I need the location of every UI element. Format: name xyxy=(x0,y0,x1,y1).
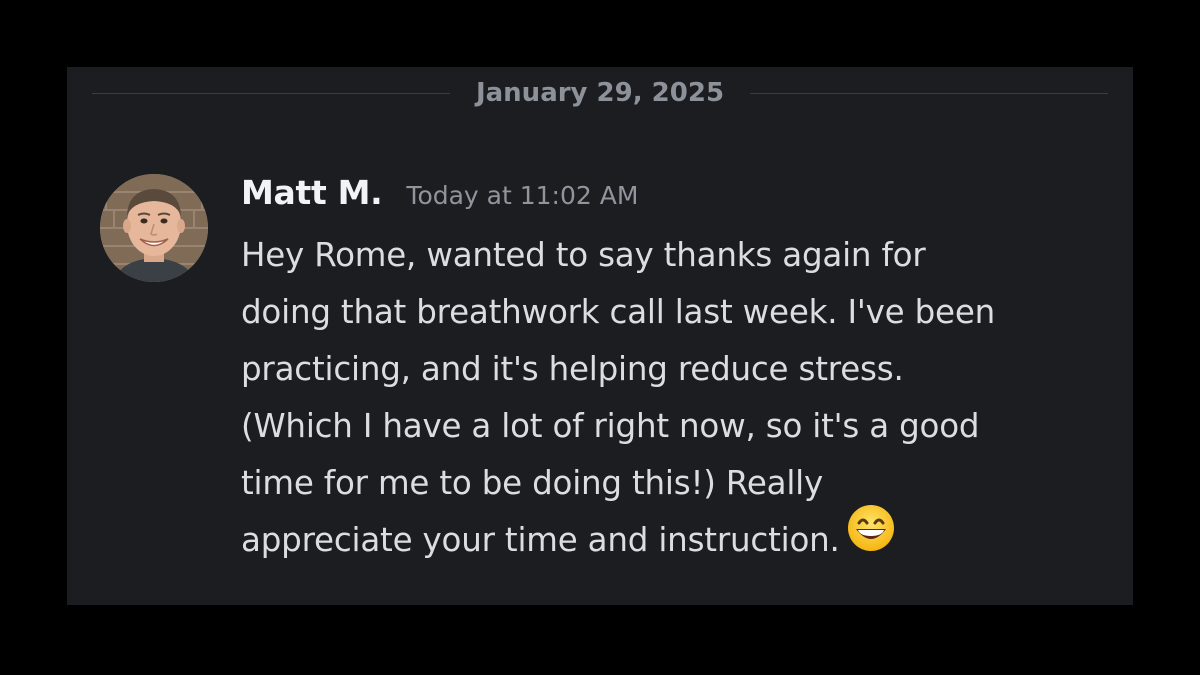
message-line-text: appreciate your time and instruction. xyxy=(241,521,840,559)
author-name[interactable]: Matt M. xyxy=(241,173,383,212)
grinning-face-emoji-icon xyxy=(846,503,896,571)
divider-line-left xyxy=(92,92,450,94)
message-header: Matt M. Today at 11:02 AM xyxy=(241,173,1121,219)
message-line: (Which I have a lot of right now, so it'… xyxy=(241,407,980,445)
message-line-last: appreciate your time and instruction. xyxy=(241,505,1121,571)
avatar[interactable] xyxy=(100,174,208,282)
message-line: practicing, and it's helping reduce stre… xyxy=(241,350,904,388)
date-divider-label: January 29, 2025 xyxy=(475,78,725,108)
message: Matt M. Today at 11:02 AM Hey Rome, want… xyxy=(241,173,1121,571)
date-divider: January 29, 2025 xyxy=(92,75,1108,111)
divider-line-right xyxy=(750,92,1108,94)
message-body: Hey Rome, wanted to say thanks again for… xyxy=(241,227,1121,571)
message-line: doing that breathwork call last week. I'… xyxy=(241,293,996,331)
message-line: Hey Rome, wanted to say thanks again for xyxy=(241,236,926,274)
message-line: time for me to be doing this!) Really xyxy=(241,464,824,502)
message-timestamp: Today at 11:02 AM xyxy=(406,181,639,210)
chat-panel: January 29, 2025 Matt M. Today at 11:02 … xyxy=(67,67,1133,605)
